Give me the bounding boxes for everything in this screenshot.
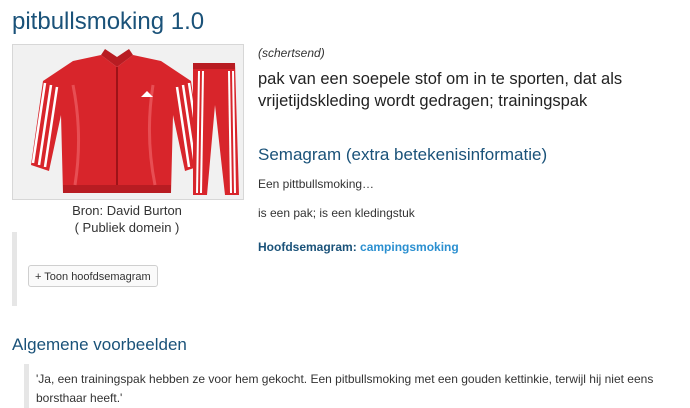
semagram-category: is een pak; is een kledingstuk [258, 206, 415, 220]
page-title: pitbullsmoking 1.0 [12, 8, 205, 35]
image-source: Bron: David Burton [72, 203, 182, 218]
image-license: ( Publiek domein ) [74, 220, 180, 235]
hoofdsemagram-row: Hoofdsemagram: campingsmoking [258, 240, 459, 254]
quote-accent-bar [24, 364, 29, 408]
example-quote: 'Ja, een trainingspak hebben ze voor hem… [36, 372, 654, 405]
tracksuit-illustration [13, 45, 243, 199]
image-credit: Bron: David Burton ( Publiek domein ) [12, 202, 242, 236]
hoofdsemagram-link[interactable]: campingsmoking [360, 240, 459, 254]
tracksuit-image[interactable] [12, 44, 244, 200]
examples-heading: Algemene voorbeelden [12, 335, 187, 354]
toon-hoofdsemagram-button[interactable]: + Toon hoofdsemagram [28, 265, 158, 287]
left-accent-bar [12, 232, 17, 306]
semagram-heading: Semagram (extra betekenisinformatie) [258, 145, 548, 164]
definition-text: pak van een soepele stof om in te sporte… [258, 70, 623, 110]
semagram-intro: Een pittbullsmoking… [258, 177, 375, 191]
register-label: (schertsend) [258, 46, 325, 60]
hoofdsemagram-label: Hoofdsemagram: [258, 240, 357, 254]
